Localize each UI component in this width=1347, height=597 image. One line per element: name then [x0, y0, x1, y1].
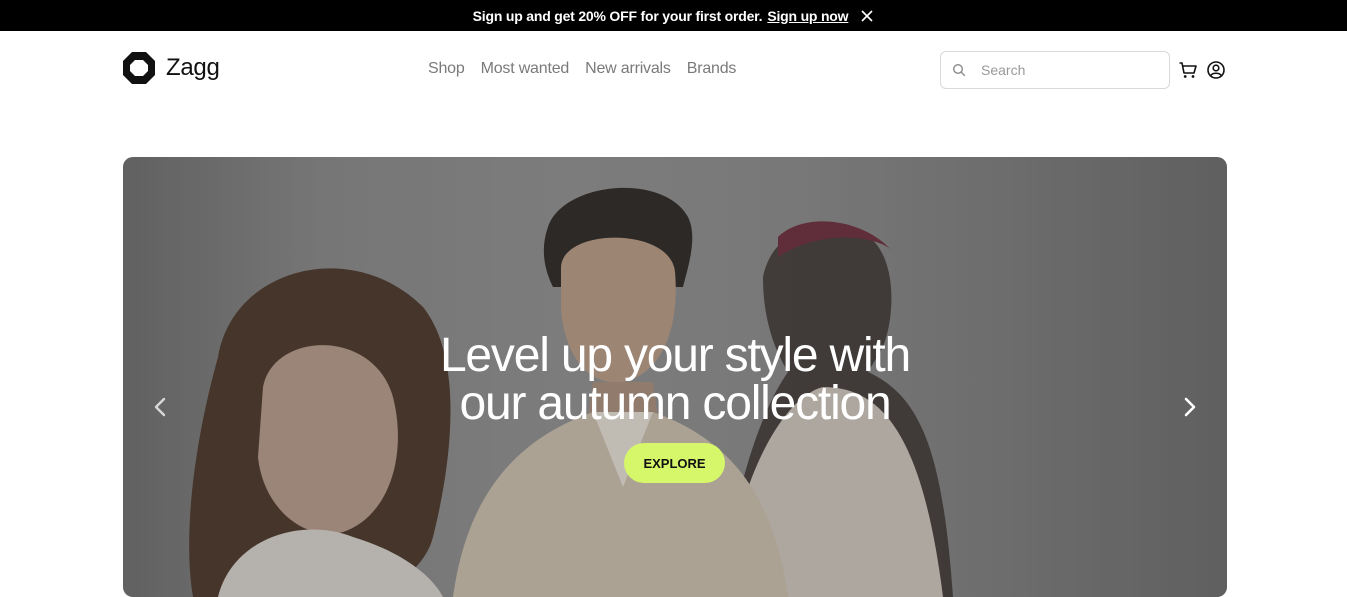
- close-icon[interactable]: [860, 9, 874, 23]
- promo-text: Sign up and get 20% OFF for your first o…: [472, 7, 763, 24]
- hexagon-logo-icon: [123, 52, 155, 84]
- brand-name: Zagg: [166, 54, 220, 81]
- signup-link[interactable]: Sign up now: [767, 8, 848, 24]
- search-input[interactable]: [981, 62, 1151, 78]
- user-icon[interactable]: [1206, 60, 1226, 80]
- promo-bar: Sign up and get 20% OFF for your first o…: [0, 0, 1347, 31]
- site-header: Zagg Shop Most wanted New arrivals Brand…: [0, 31, 1347, 109]
- nav-item-brands[interactable]: Brands: [687, 60, 737, 78]
- chevron-left-icon[interactable]: [148, 394, 174, 420]
- headline-line-2: our autumn collection: [459, 377, 891, 430]
- cart-icon[interactable]: [1178, 60, 1198, 80]
- hero-headline: Level up your style with our autumn coll…: [123, 332, 1227, 428]
- nav-item-shop[interactable]: Shop: [428, 60, 465, 78]
- search-box[interactable]: [940, 51, 1170, 89]
- hero-banner: Level up your style with our autumn coll…: [123, 157, 1227, 597]
- chevron-right-icon[interactable]: [1176, 394, 1202, 420]
- explore-button[interactable]: EXPLORE: [624, 443, 725, 483]
- nav-item-most-wanted[interactable]: Most wanted: [481, 60, 570, 78]
- main-nav: Shop Most wanted New arrivals Brands: [428, 60, 736, 78]
- search-icon: [952, 63, 966, 77]
- nav-item-new-arrivals[interactable]: New arrivals: [585, 60, 671, 78]
- headline-line-1: Level up your style with: [439, 329, 911, 382]
- brand-logo[interactable]: Zagg: [122, 51, 220, 85]
